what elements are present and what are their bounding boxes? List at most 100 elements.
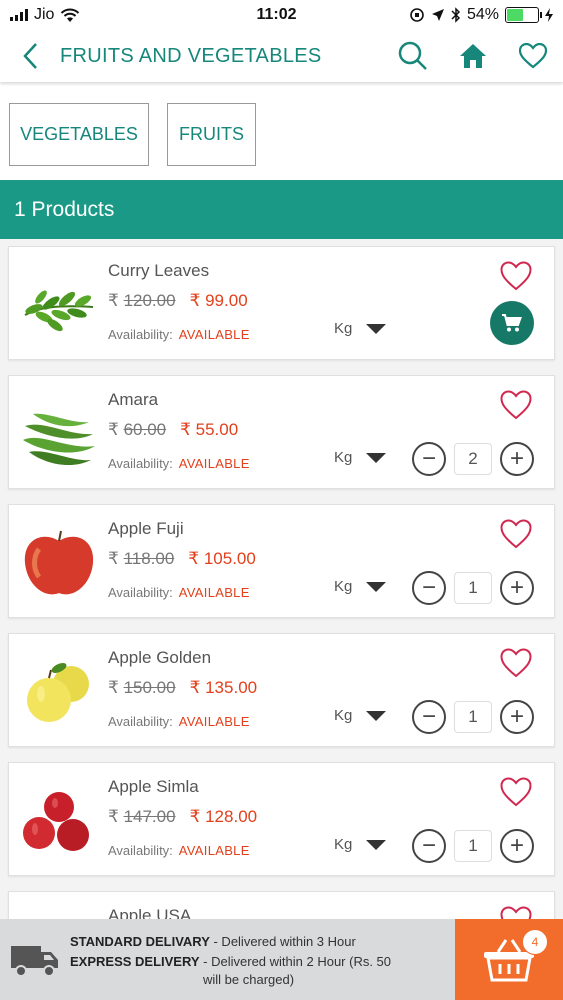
products-count-bar: 1 Products <box>0 180 563 239</box>
add-to-cart-button[interactable] <box>490 301 534 345</box>
old-price: ₹ 120.00 <box>108 291 176 310</box>
heart-icon <box>519 43 547 69</box>
search-icon <box>398 41 427 70</box>
availability: Availability: AVAILABLE <box>108 327 250 342</box>
cart-button[interactable]: 4 <box>455 919 563 1000</box>
status-time: 11:02 <box>256 6 297 23</box>
price-row: ₹ 150.00 ₹ 135.00 <box>108 678 257 698</box>
quantity-stepper: − 1 + <box>412 829 534 863</box>
orientation-lock-icon <box>410 8 424 22</box>
wishlist-button[interactable] <box>503 30 563 82</box>
old-price: ₹ 118.00 <box>108 549 175 568</box>
express-delivery-label: EXPRESS DELIVERY <box>70 953 200 969</box>
apple-fuji-image <box>24 530 94 595</box>
cart-icon <box>502 314 522 332</box>
quantity-value[interactable]: 1 <box>454 701 492 733</box>
heart-icon[interactable] <box>500 519 532 549</box>
delivery-info-bar: STANDARD DELIVARY - Delivered within 3 H… <box>0 919 455 1000</box>
standard-delivery-label: STANDARD DELIVARY <box>70 933 210 949</box>
price-row: ₹ 147.00 ₹ 128.00 <box>108 807 257 827</box>
new-price: ₹ 135.00 <box>189 678 258 697</box>
curry-leaves-image <box>24 290 94 332</box>
heart-icon[interactable] <box>500 777 532 807</box>
caret-down-icon <box>366 452 387 463</box>
new-price: ₹ 99.00 <box>189 291 248 310</box>
price-row: ₹ 60.00 ₹ 55.00 <box>108 420 238 440</box>
product-card[interactable]: Amara ₹ 60.00 ₹ 55.00 Availability: AVAIL… <box>8 375 555 489</box>
signal-icon <box>10 9 28 21</box>
old-price: ₹ 147.00 <box>108 807 176 826</box>
cart-count-badge: 4 <box>522 929 548 955</box>
product-card[interactable]: Apple Fuji ₹ 118.00 ₹ 105.00 Availabilit… <box>8 504 555 618</box>
back-button[interactable] <box>0 30 60 82</box>
availability: Availability: AVAILABLE <box>108 585 250 600</box>
heart-icon[interactable] <box>500 261 532 291</box>
category-tabs: VEGETABLES FRUITS <box>0 82 563 180</box>
unit-selector[interactable]: Kg <box>334 320 387 337</box>
quantity-value[interactable]: 1 <box>454 572 492 604</box>
caret-down-icon <box>366 839 387 850</box>
products-count: 1 Products <box>14 197 115 221</box>
bluetooth-icon <box>451 7 461 23</box>
tab-vegetables[interactable]: VEGETABLES <box>9 103 149 166</box>
increase-button[interactable]: + <box>500 700 534 734</box>
quantity-stepper: − 2 + <box>412 442 534 476</box>
product-card[interactable]: Curry Leaves ₹ 120.00 ₹ 99.00 Availabili… <box>8 246 555 360</box>
home-icon <box>460 44 486 68</box>
new-price: ₹ 105.00 <box>188 549 256 568</box>
carrier-name: Jio <box>34 6 55 23</box>
decrease-button[interactable]: − <box>412 442 446 476</box>
decrease-button[interactable]: − <box>412 700 446 734</box>
new-price: ₹ 128.00 <box>189 807 258 826</box>
unit-selector[interactable]: Kg <box>334 707 387 724</box>
quantity-stepper: − 1 + <box>412 700 534 734</box>
price-row: ₹ 120.00 ₹ 99.00 <box>108 291 248 311</box>
product-name: Amara <box>108 390 159 409</box>
location-icon <box>431 9 444 21</box>
availability: Availability: AVAILABLE <box>108 714 250 729</box>
app-header: FRUITS AND VEGETABLES <box>0 30 563 82</box>
quantity-value[interactable]: 2 <box>454 443 492 475</box>
product-name: Apple Simla <box>108 777 199 796</box>
unit-selector[interactable]: Kg <box>334 449 387 466</box>
status-bar: Jio 11:02 54% <box>0 0 563 30</box>
express-delivery-text: - Delivered within 2 Hour (Rs. 50 <box>199 953 392 969</box>
price-row: ₹ 118.00 ₹ 105.00 <box>108 549 256 569</box>
tab-fruits[interactable]: FRUITS <box>167 103 256 166</box>
charging-icon <box>545 8 553 22</box>
decrease-button[interactable]: − <box>412 829 446 863</box>
increase-button[interactable]: + <box>500 571 534 605</box>
availability: Availability: AVAILABLE <box>108 843 250 858</box>
product-card[interactable]: Apple Golden ₹ 150.00 ₹ 135.00 Availabil… <box>8 633 555 747</box>
battery-percent: 54% <box>466 6 499 23</box>
apple-simla-image <box>23 792 89 851</box>
caret-down-icon <box>366 710 387 721</box>
quantity-stepper: − 1 + <box>412 571 534 605</box>
increase-button[interactable]: + <box>500 442 534 476</box>
old-price: ₹ 60.00 <box>108 420 167 439</box>
product-name: Apple Golden <box>108 648 212 667</box>
truck-icon <box>11 945 58 977</box>
search-button[interactable] <box>383 30 443 82</box>
caret-down-icon <box>366 323 387 334</box>
caret-down-icon <box>366 581 387 592</box>
back-icon <box>23 43 37 69</box>
product-name: Apple Fuji <box>108 519 184 538</box>
increase-button[interactable]: + <box>500 829 534 863</box>
product-card[interactable]: Apple Simla ₹ 147.00 ₹ 128.00 Availabili… <box>8 762 555 876</box>
wifi-icon <box>61 8 80 22</box>
home-button[interactable] <box>443 30 503 82</box>
heart-icon[interactable] <box>500 648 532 678</box>
unit-selector[interactable]: Kg <box>334 836 387 853</box>
heart-icon[interactable] <box>500 390 532 420</box>
decrease-button[interactable]: − <box>412 571 446 605</box>
new-price: ₹ 55.00 <box>180 420 239 439</box>
battery-icon <box>505 7 542 23</box>
apple-golden-image <box>27 663 89 722</box>
quantity-value[interactable]: 1 <box>454 830 492 862</box>
express-delivery-note: will be charged) <box>203 971 295 987</box>
standard-delivery-text: - Delivered within 3 Hour <box>209 933 356 949</box>
delivery-text: STANDARD DELIVARY - Delivered within 3 H… <box>70 932 391 988</box>
amara-image <box>23 413 95 466</box>
unit-selector[interactable]: Kg <box>334 578 387 595</box>
